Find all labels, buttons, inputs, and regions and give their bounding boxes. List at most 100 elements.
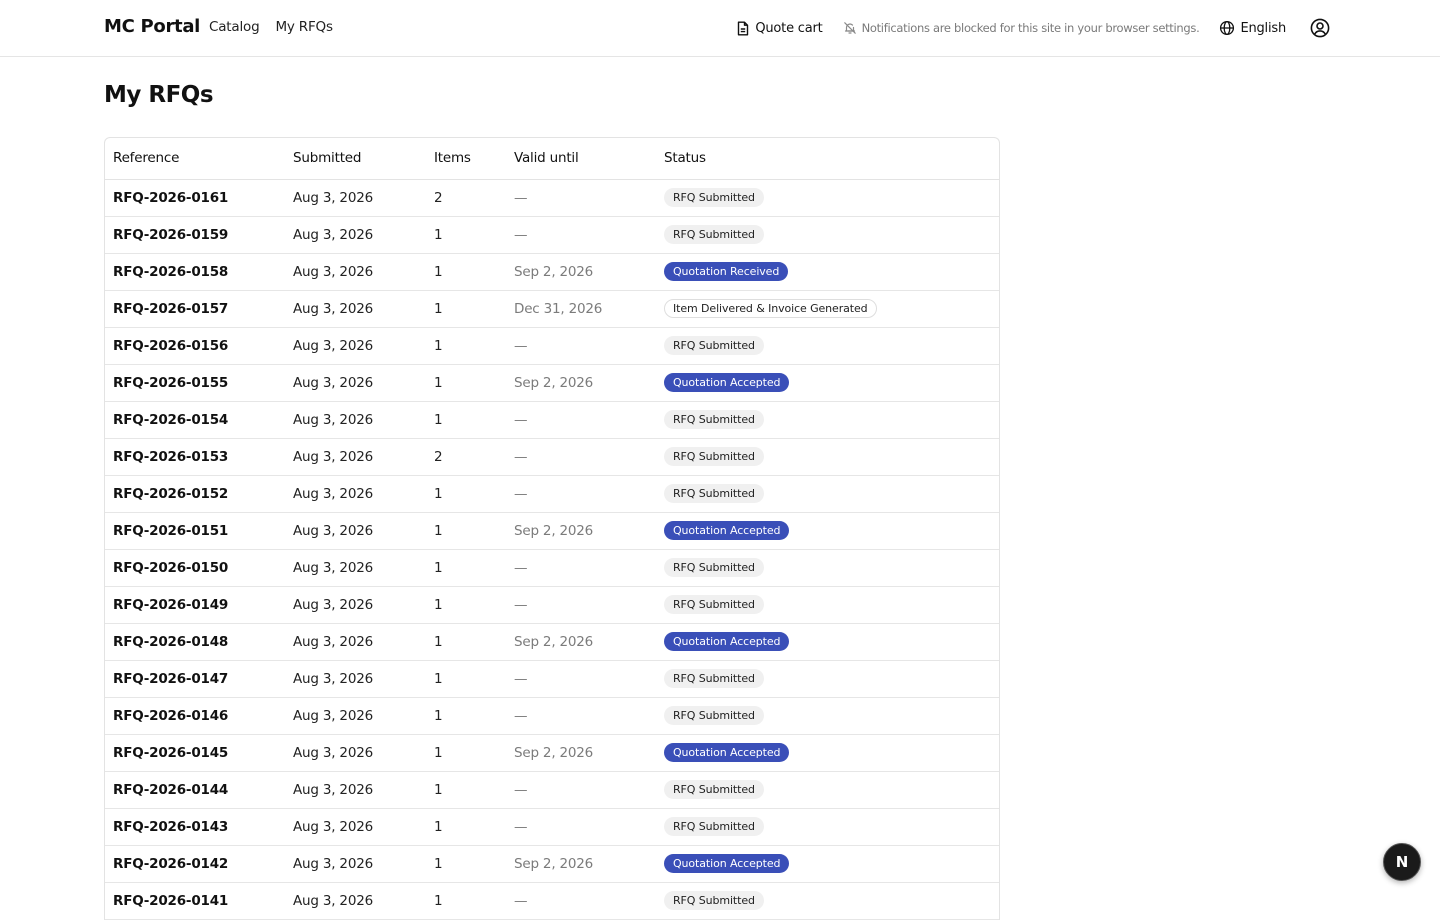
table-row[interactable]: RFQ-2026-0149 Aug 3, 2026 1— RFQ Submitted xyxy=(105,586,999,624)
cell-reference: RFQ-2026-0149 xyxy=(105,586,285,624)
table-row[interactable]: RFQ-2026-0159 Aug 3, 2026 1— RFQ Submitted xyxy=(105,216,999,254)
cell-reference: RFQ-2026-0144 xyxy=(105,771,285,809)
cell-items: 1 xyxy=(426,549,506,587)
cell-status: RFQ Submitted xyxy=(656,401,999,439)
cell-items: 1 xyxy=(426,327,506,365)
notification-notice-text: Notifications are blocked for this site … xyxy=(861,21,1200,35)
cell-items: 1 xyxy=(426,771,506,809)
cell-items: 1 xyxy=(426,845,506,883)
status-badge: RFQ Submitted xyxy=(664,669,764,688)
table-row[interactable]: RFQ-2026-0156 Aug 3, 2026 1— RFQ Submitted xyxy=(105,327,999,365)
quote-cart-button[interactable]: Quote cart xyxy=(736,20,823,36)
table-row[interactable]: RFQ-2026-0142 Aug 3, 2026 1 Sep 2, 2026 Quot… xyxy=(105,845,999,883)
cell-valid-until: — xyxy=(506,771,656,809)
cell-valid-until: Sep 2, 2026 xyxy=(506,253,656,291)
document-icon xyxy=(736,21,750,36)
table-row[interactable]: RFQ-2026-0141 Aug 3, 2026 1— RFQ Submitted xyxy=(105,882,999,920)
cell-submitted: Aug 3, 2026 xyxy=(285,623,426,661)
cell-submitted: Aug 3, 2026 xyxy=(285,660,426,698)
cell-submitted: Aug 3, 2026 xyxy=(285,882,426,920)
cell-status: RFQ Submitted xyxy=(656,179,999,217)
cell-status: RFQ Submitted xyxy=(656,327,999,365)
cell-reference: RFQ-2026-0148 xyxy=(105,623,285,661)
cell-reference: RFQ-2026-0155 xyxy=(105,364,285,402)
cell-items: 1 xyxy=(426,697,506,735)
nextjs-dev-tools-button[interactable]: N xyxy=(1383,843,1421,881)
cell-submitted: Aug 3, 2026 xyxy=(285,512,426,550)
table-row[interactable]: RFQ-2026-0143 Aug 3, 2026 1— RFQ Submitted xyxy=(105,808,999,846)
cell-submitted: Aug 3, 2026 xyxy=(285,734,426,772)
cell-reference: RFQ-2026-0143 xyxy=(105,808,285,846)
page-title: My RFQs xyxy=(104,82,214,108)
cell-valid-until: — xyxy=(506,216,656,254)
cell-status: RFQ Submitted xyxy=(656,438,999,476)
status-badge: Quotation Accepted xyxy=(664,632,790,651)
cell-valid-until: — xyxy=(506,179,656,217)
rfq-table: Reference Submitted Items Valid until St… xyxy=(105,138,999,920)
cell-items: 1 xyxy=(426,475,506,513)
cell-submitted: Aug 3, 2026 xyxy=(285,808,426,846)
table-row[interactable]: RFQ-2026-0144 Aug 3, 2026 1— RFQ Submitted xyxy=(105,771,999,809)
status-badge: Quotation Accepted xyxy=(664,521,790,540)
cell-reference: RFQ-2026-0142 xyxy=(105,845,285,883)
table-row[interactable]: RFQ-2026-0151 Aug 3, 2026 1 Sep 2, 2026 Quot… xyxy=(105,512,999,550)
cell-status: RFQ Submitted xyxy=(656,586,999,624)
table-row[interactable]: RFQ-2026-0157 Aug 3, 2026 1 Dec 31, 2026 Ite… xyxy=(105,290,999,328)
main-nav: Catalog My RFQs xyxy=(209,19,333,35)
cell-status: RFQ Submitted xyxy=(656,660,999,698)
table-row[interactable]: RFQ-2026-0155 Aug 3, 2026 1 Sep 2, 2026 Quot… xyxy=(105,364,999,402)
cell-reference: RFQ-2026-0154 xyxy=(105,401,285,439)
column-header-valid-until: Valid until xyxy=(506,138,656,180)
cell-items: 1 xyxy=(426,586,506,624)
language-selector[interactable]: English xyxy=(1219,20,1286,36)
cell-submitted: Aug 3, 2026 xyxy=(285,327,426,365)
cell-submitted: Aug 3, 2026 xyxy=(285,290,426,328)
table-row[interactable]: RFQ-2026-0158 Aug 3, 2026 1 Sep 2, 2026 Quot… xyxy=(105,253,999,291)
cell-items: 1 xyxy=(426,401,506,439)
cell-reference: RFQ-2026-0146 xyxy=(105,697,285,735)
cell-submitted: Aug 3, 2026 xyxy=(285,364,426,402)
status-badge: RFQ Submitted xyxy=(664,410,764,429)
cell-items: 1 xyxy=(426,512,506,550)
cell-status: Quotation Accepted xyxy=(656,623,999,661)
cell-submitted: Aug 3, 2026 xyxy=(285,697,426,735)
table-row[interactable]: RFQ-2026-0152 Aug 3, 2026 1— RFQ Submitted xyxy=(105,475,999,513)
status-badge: RFQ Submitted xyxy=(664,706,764,725)
cell-items: 1 xyxy=(426,216,506,254)
column-header-status: Status xyxy=(656,138,999,180)
status-badge: RFQ Submitted xyxy=(664,484,764,503)
cell-submitted: Aug 3, 2026 xyxy=(285,401,426,439)
brand-logo[interactable]: MC Portal xyxy=(104,16,200,37)
table-row[interactable]: RFQ-2026-0153 Aug 3, 2026 2— RFQ Submitted xyxy=(105,438,999,476)
cell-status: Quotation Accepted xyxy=(656,364,999,402)
table-row[interactable]: RFQ-2026-0146 Aug 3, 2026 1— RFQ Submitted xyxy=(105,697,999,735)
cell-valid-until: — xyxy=(506,475,656,513)
nav-my-rfqs-link[interactable]: My RFQs xyxy=(275,19,333,35)
table-row[interactable]: RFQ-2026-0150 Aug 3, 2026 1— RFQ Submitted xyxy=(105,549,999,587)
nav-catalog-link[interactable]: Catalog xyxy=(209,19,260,35)
status-badge: Quotation Received xyxy=(664,262,789,281)
cell-reference: RFQ-2026-0153 xyxy=(105,438,285,476)
cell-valid-until: — xyxy=(506,660,656,698)
cell-valid-until: Sep 2, 2026 xyxy=(506,845,656,883)
user-circle-icon[interactable] xyxy=(1310,18,1330,38)
cell-valid-until: — xyxy=(506,882,656,920)
table-row[interactable]: RFQ-2026-0148 Aug 3, 2026 1 Sep 2, 2026 Quot… xyxy=(105,623,999,661)
status-badge: RFQ Submitted xyxy=(664,225,764,244)
cell-status: RFQ Submitted xyxy=(656,549,999,587)
cell-submitted: Aug 3, 2026 xyxy=(285,253,426,291)
table-row[interactable]: RFQ-2026-0161 Aug 3, 2026 2— RFQ Submitted xyxy=(105,179,999,217)
status-badge: RFQ Submitted xyxy=(664,817,764,836)
table-row[interactable]: RFQ-2026-0154 Aug 3, 2026 1— RFQ Submitted xyxy=(105,401,999,439)
status-badge: RFQ Submitted xyxy=(664,891,764,910)
table-row[interactable]: RFQ-2026-0145 Aug 3, 2026 1 Sep 2, 2026 Quot… xyxy=(105,734,999,772)
quote-cart-label: Quote cart xyxy=(755,20,823,36)
cell-reference: RFQ-2026-0159 xyxy=(105,216,285,254)
header-tools: Quote cart Notifications are blocked for… xyxy=(736,17,1330,39)
table-row[interactable]: RFQ-2026-0147 Aug 3, 2026 1— RFQ Submitted xyxy=(105,660,999,698)
cell-items: 2 xyxy=(426,179,506,217)
cell-status: Quotation Received xyxy=(656,253,999,291)
cell-submitted: Aug 3, 2026 xyxy=(285,216,426,254)
cell-status: Item Delivered & Invoice Generated xyxy=(656,290,999,328)
notification-blocked-notice: Notifications are blocked for this site … xyxy=(843,21,1200,35)
